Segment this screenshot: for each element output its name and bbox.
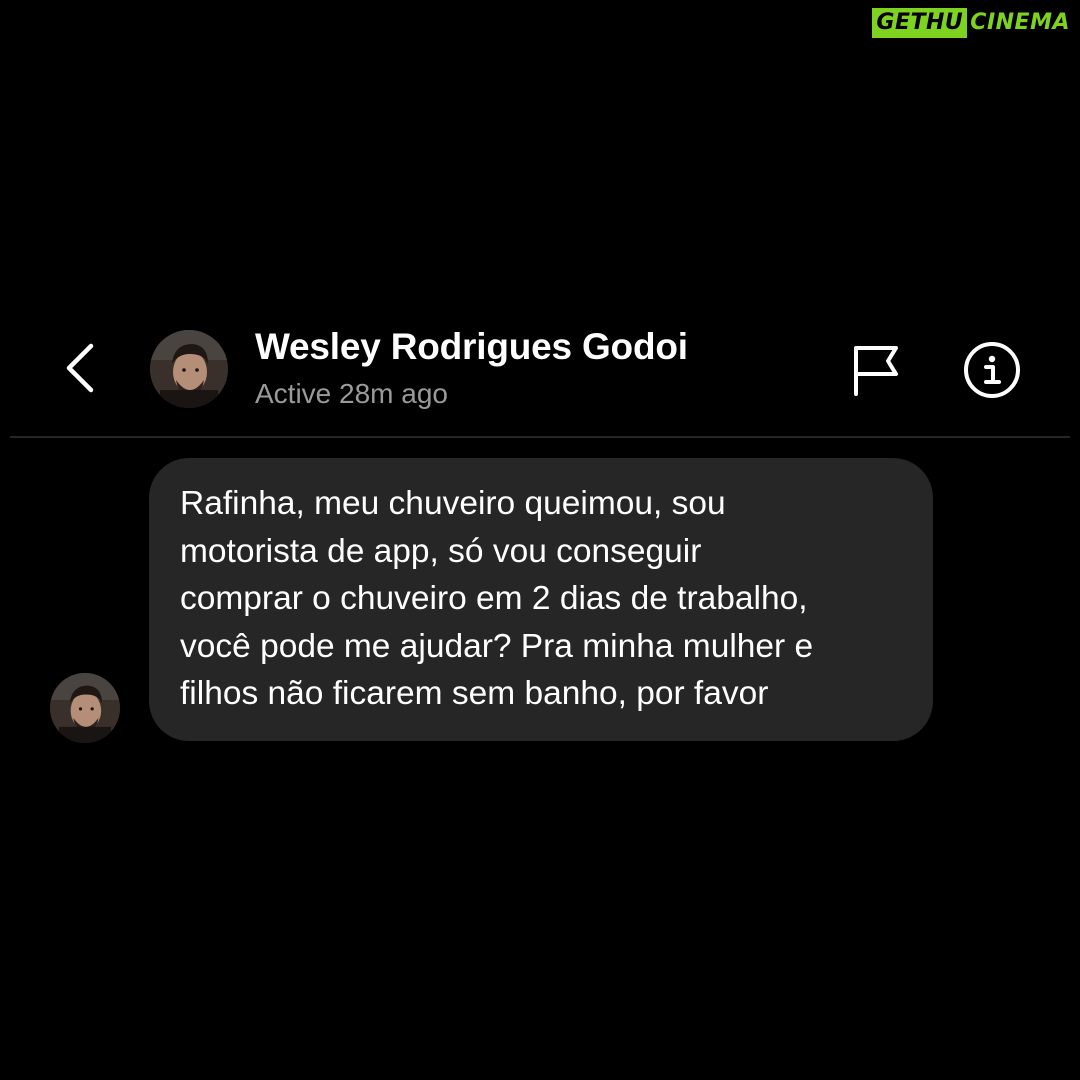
chevron-left-icon [66,343,94,393]
conversation-header: Wesley Rodrigues Godoi Active 28m ago [0,318,1080,438]
message-bubble[interactable]: Rafinha, meu chuveiro queimou, sou motor… [149,458,933,741]
info-icon [964,342,1020,398]
active-status: Active 28m ago [255,378,448,409]
watermark-part-1: GETHU [872,8,968,38]
contact-avatar[interactable] [150,330,228,408]
flag-icon [854,346,898,396]
header-divider [10,436,1070,438]
watermark-part-2: CINEMA [970,10,1070,35]
contact-name[interactable]: Wesley Rodrigues Godoi [255,326,688,368]
report-button[interactable] [848,342,904,398]
avatar-image [50,673,120,743]
info-button[interactable] [962,340,1022,400]
back-button[interactable] [55,338,105,398]
message-sender-avatar[interactable] [50,673,120,743]
message-text: Rafinha, meu chuveiro queimou, sou motor… [180,485,814,712]
avatar-image [150,330,228,408]
watermark-logo: GETHU CINEMA [872,8,1070,38]
